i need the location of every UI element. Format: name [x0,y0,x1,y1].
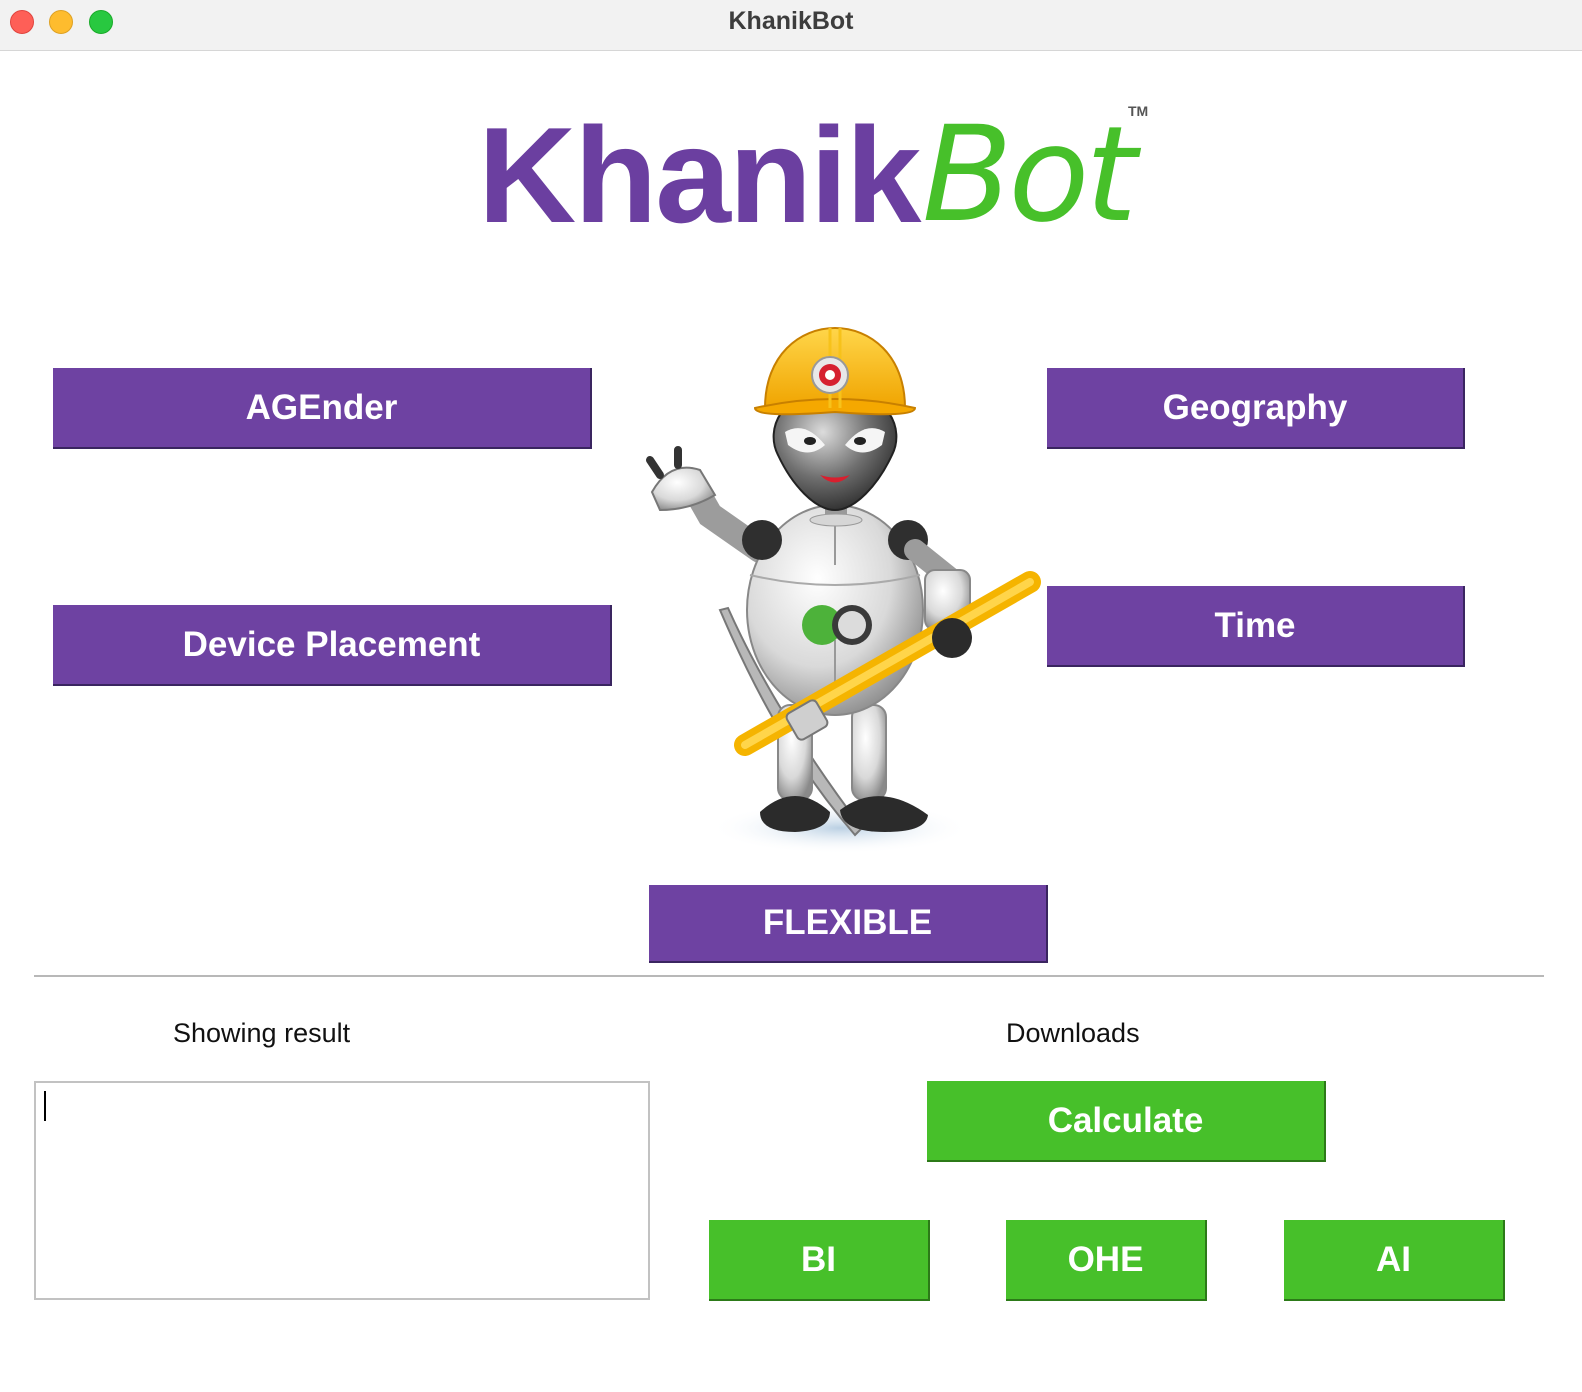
khanikbot-logo: Khanik Bot TM [470,95,1160,255]
miner-robot-mascot-icon [646,326,1041,854]
section-divider [34,975,1544,977]
ai-download-button[interactable]: AI [1284,1220,1505,1301]
logo-text-bot: Bot [922,98,1137,252]
bi-download-button[interactable]: BI [709,1220,930,1301]
agender-button[interactable]: AGEnder [53,368,592,449]
trademark-mark: TM [1128,103,1149,119]
geography-button[interactable]: Geography [1047,368,1465,449]
showing-result-label: Showing result [173,1018,351,1048]
window-title: KhanikBot [728,7,854,35]
ohe-download-button[interactable]: OHE [1006,1220,1207,1301]
title-bar: KhanikBot [0,0,1582,51]
device-placement-button[interactable]: Device Placement [53,605,612,686]
flexible-button[interactable]: FLEXIBLE [649,885,1048,963]
calculate-button[interactable]: Calculate [927,1081,1326,1162]
result-text-area[interactable] [34,1081,650,1300]
downloads-label: Downloads [1006,1018,1140,1048]
logo-text-khanik: Khanik [478,99,921,251]
app-window: KhanikBot Khanik Bot TM AGEnder Device P… [0,0,1582,1392]
time-button[interactable]: Time [1047,586,1465,667]
text-caret [44,1091,46,1121]
